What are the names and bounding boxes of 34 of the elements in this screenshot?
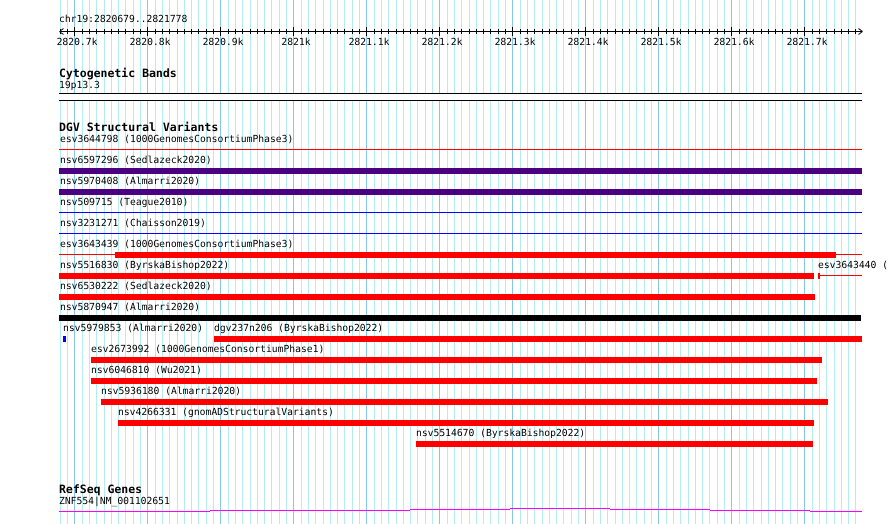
tick-label: 2820.7k — [56, 37, 98, 48]
tick-label: 2821.6k — [714, 37, 754, 48]
variant-label: nsv509715 (Teague2010) — [60, 197, 188, 209]
ruler-position-text: chr19:2820679..2821778 — [59, 14, 188, 26]
variant-label: esv2673992 (1000GenomesConsortiumPhase1) — [91, 344, 324, 356]
variant-label: esv3644798 (1000GenomesConsortiumPhase3) — [60, 134, 294, 146]
variant-label: nsv3231271 (Chaisson2019) — [60, 218, 206, 230]
variant-label: nsv5870947 (Almarri2020) — [60, 302, 200, 314]
variant-label: nsv5979853 (Almarri2020) — [63, 323, 203, 335]
track-title: Cytogenetic Bands — [59, 67, 178, 80]
track-title: DGV Structural Variants — [59, 121, 220, 134]
tick-label: 2821.7k — [786, 37, 828, 48]
tick-label: 2821.5k — [640, 37, 682, 48]
tick-label: 2821.2k — [422, 37, 462, 48]
tick-label: 2820.9k — [202, 37, 244, 48]
tick-label: 2821.1k — [348, 37, 390, 48]
variant-label: esv3643439 (1000GenomesConsortiumPhase3) — [60, 239, 294, 251]
variant-label: nsv5936180 (Almarri2020) — [101, 386, 241, 398]
tick-label: 2821k — [281, 37, 311, 48]
variant-label: nsv5516830 (ByrskaBishop2022) — [60, 260, 230, 272]
tick-label: 2820.8k — [130, 37, 170, 48]
variant-label: dgv237n206 (ByrskaBishop2022) — [214, 323, 384, 335]
variant-label: nsv5970408 (Almarri2020) — [60, 176, 200, 188]
variant-label: nsv6046810 (Wu2021) — [91, 365, 202, 377]
track-title: RefSeq Genes — [59, 483, 144, 496]
tick-label: 2821.4k — [568, 37, 608, 48]
variant-label: esv3643440 ( — [818, 260, 888, 272]
variant-label: nsv6530222 (Sedlazeck2020) — [60, 281, 212, 293]
band-label: 19p13.3 — [59, 80, 101, 92]
gene-label: ZNF554|NM_001102651 — [59, 496, 171, 508]
variant-label: nsv4266331 (gnomADStructuralVariants) — [118, 407, 334, 419]
tick-label: 2821.3k — [494, 37, 536, 48]
variant-label: nsv5514670 (ByrskaBishop2022) — [416, 428, 586, 440]
variant-label: nsv6597296 (Sedlazeck2020) — [60, 155, 212, 167]
